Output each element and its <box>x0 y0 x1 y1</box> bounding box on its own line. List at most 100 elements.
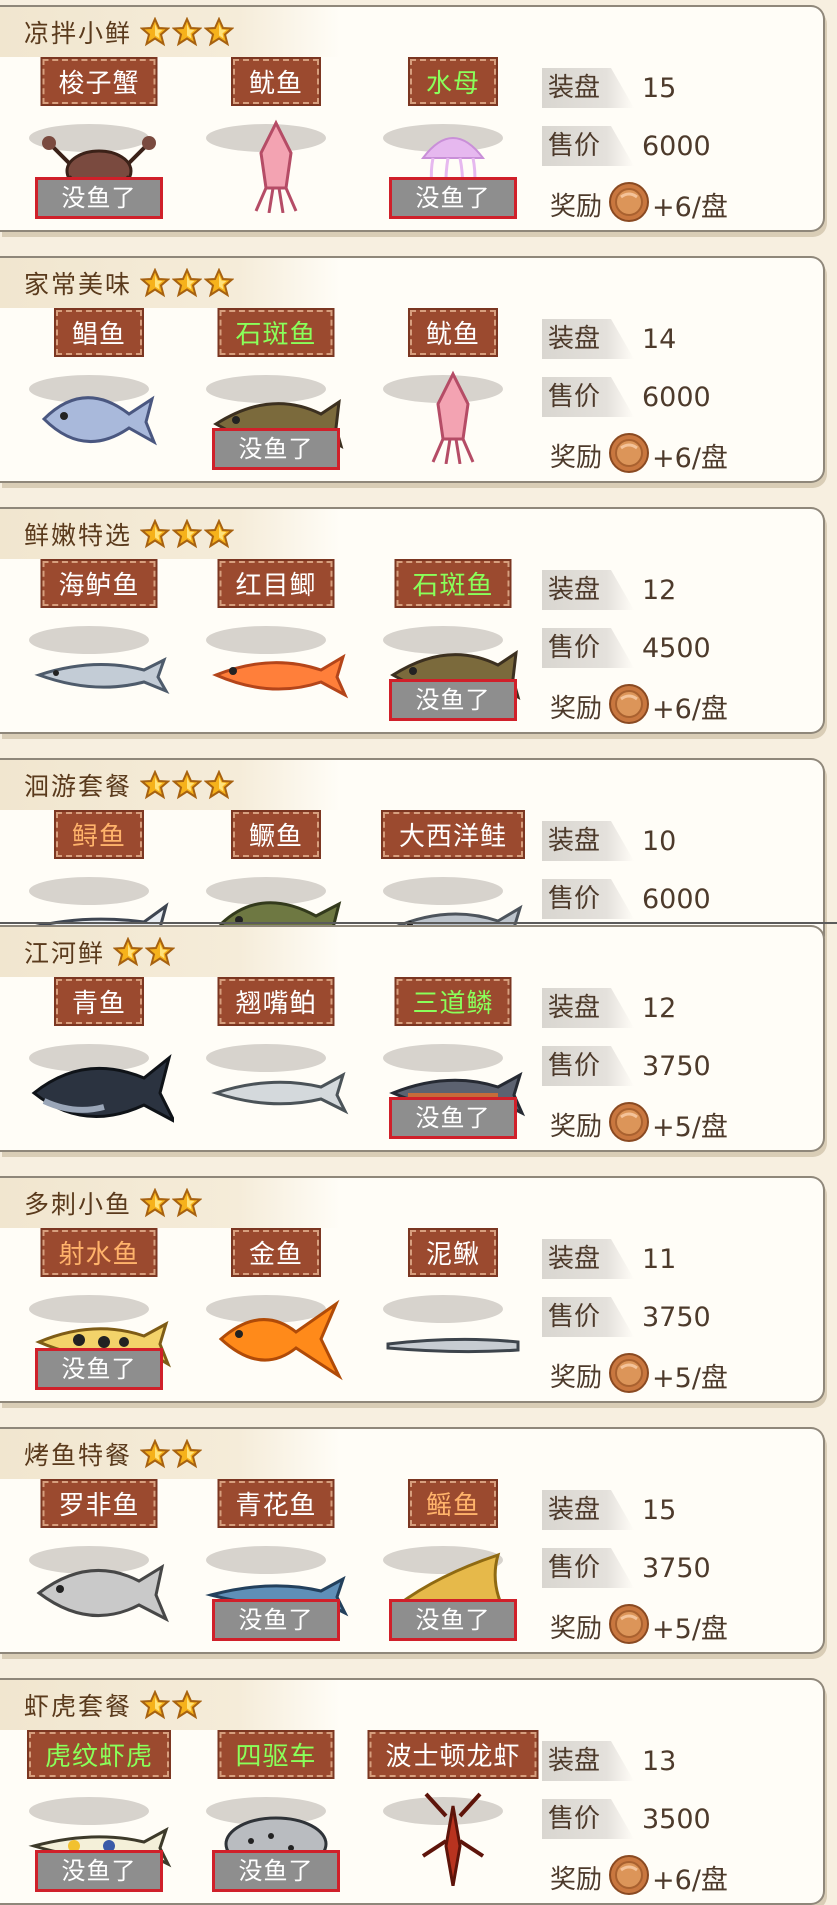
ingredient-slot[interactable]: 金鱼 <box>191 1228 361 1390</box>
price-value: 6000 <box>642 883 711 915</box>
reward-label: 奖励 <box>550 191 603 222</box>
difficulty-stars <box>113 937 176 967</box>
star-icon <box>204 268 235 298</box>
ingredient-slot[interactable]: 罗非鱼 <box>14 1479 184 1641</box>
price-row: 售价 3750 <box>542 1288 802 1346</box>
ingredient-slot[interactable]: 水母 没鱼了 <box>368 57 538 219</box>
stats-panel: 装盘 11 售价 3750 奖励 +5/盘 <box>542 1230 802 1401</box>
menu-card[interactable]: 家常美味鲳鱼 石斑鱼 没鱼了 鱿鱼 装盘 14 售价 6000 奖励 +6/盘 <box>0 256 825 483</box>
ingredient-name: 射水鱼 <box>40 1228 158 1277</box>
ingredient-name: 青鱼 <box>53 977 145 1026</box>
ingredient-name: 鲳鱼 <box>53 308 145 357</box>
copper-coin-icon <box>602 1854 650 1900</box>
set-title: 家常美味 <box>24 270 133 299</box>
reward-row: 奖励 +6/盘 <box>542 1848 802 1903</box>
reward-row: 奖励 +5/盘 <box>542 1095 802 1150</box>
set-title: 虾虎套餐 <box>24 1692 133 1721</box>
price-label: 售价 <box>542 628 634 668</box>
reward-value: +5/盘 <box>652 1362 728 1394</box>
star-icon <box>140 268 171 298</box>
star-icon <box>140 17 171 47</box>
ingredient-name: 三道鳞 <box>394 977 512 1026</box>
ingredient-slot[interactable]: 鱿鱼 <box>191 57 361 219</box>
star-icon <box>204 519 235 549</box>
copper-coin-icon <box>602 181 650 227</box>
price-value: 3750 <box>642 1050 711 1082</box>
plates-label: 装盘 <box>542 1239 634 1279</box>
reward-row: 奖励 +5/盘 <box>542 1597 802 1652</box>
ingredient-slot[interactable]: 翘嘴鲌 <box>191 977 361 1139</box>
sold-out-label: 没鱼了 <box>389 177 517 219</box>
stats-panel: 装盘 14 售价 6000 奖励 +6/盘 <box>542 310 802 481</box>
stats-panel: 装盘 15 售价 6000 奖励 +6/盘 <box>542 59 802 230</box>
price-label: 售价 <box>542 377 634 417</box>
ingredient-name: 鳜鱼 <box>230 810 322 859</box>
sold-out-label: 没鱼了 <box>389 679 517 721</box>
menu-card[interactable]: 鲜嫩特选 海鲈鱼 红目鲫 石斑鱼 没鱼了 装盘 12 售价 4500 奖励 +6/盘 <box>0 507 825 734</box>
sold-out-label: 没鱼了 <box>35 177 163 219</box>
difficulty-stars <box>140 770 235 800</box>
ingredient-slot[interactable]: 红目鲫 <box>191 559 361 721</box>
ingredient-slot[interactable]: 虎纹虾虎 没鱼了 <box>14 1730 184 1892</box>
ingredient-slot[interactable]: 石斑鱼 没鱼了 <box>191 308 361 470</box>
ingredient-slot[interactable]: 三道鳞 没鱼了 <box>368 977 538 1139</box>
card-header: 烤鱼特餐 <box>0 1429 340 1479</box>
reward-label: 奖励 <box>550 1613 603 1644</box>
menu-card[interactable]: 烤鱼特餐 罗非鱼 青花鱼 没鱼了 鳐鱼 没鱼了 装盘 15 售价 3750 奖励 +5/盘 <box>0 1427 825 1654</box>
reward-value: +6/盘 <box>652 1864 728 1896</box>
sold-out-label: 没鱼了 <box>389 1097 517 1139</box>
reward-label: 奖励 <box>550 1111 603 1142</box>
card-header: 江河鲜 <box>0 927 340 977</box>
ingredient-name: 梭子蟹 <box>40 57 158 106</box>
reward-label: 奖励 <box>550 1362 603 1393</box>
ingredient-name: 罗非鱼 <box>40 1479 158 1528</box>
ingredient-slot[interactable]: 青花鱼 没鱼了 <box>191 1479 361 1641</box>
ingredient-name: 翘嘴鲌 <box>217 977 335 1026</box>
price-row: 售价 6000 <box>542 368 802 426</box>
ingredient-name: 石斑鱼 <box>394 559 512 608</box>
difficulty-stars <box>140 1188 203 1218</box>
plates-label: 装盘 <box>542 1741 634 1781</box>
ingredient-slot[interactable]: 鱿鱼 <box>368 308 538 470</box>
ingredient-slot[interactable]: 射水鱼 没鱼了 <box>14 1228 184 1390</box>
copper-coin-icon <box>602 432 650 478</box>
ingredient-slot[interactable]: 石斑鱼 没鱼了 <box>368 559 538 721</box>
plates-label: 装盘 <box>542 319 634 359</box>
plates-value: 12 <box>642 574 677 606</box>
copper-coin-icon <box>602 683 650 729</box>
reward-label: 奖励 <box>550 693 603 724</box>
price-label: 售价 <box>542 1548 634 1588</box>
star-icon <box>172 519 203 549</box>
ingredient-name: 水母 <box>407 57 499 106</box>
menu-card[interactable]: 多刺小鱼 射水鱼 没鱼了 金鱼 泥鳅 装盘 11 售价 3750 奖励 +5/盘 <box>0 1176 825 1403</box>
plates-value: 10 <box>642 825 677 857</box>
ingredient-name: 鲟鱼 <box>53 810 145 859</box>
plates-label: 装盘 <box>542 68 634 108</box>
star-icon <box>204 17 235 47</box>
ingredient-slot[interactable]: 波士顿龙虾 <box>367 1730 539 1892</box>
reward-value: +5/盘 <box>652 1613 728 1645</box>
difficulty-stars <box>140 1690 203 1720</box>
plates-value: 15 <box>642 72 677 104</box>
ingredient-slot[interactable]: 海鲈鱼 <box>14 559 184 721</box>
sold-out-label: 没鱼了 <box>389 1599 517 1641</box>
reward-row: 奖励 +6/盘 <box>542 677 802 732</box>
menu-card[interactable]: 江河鲜 青鱼 翘嘴鲌 三道鳞 没鱼了 装盘 12 售价 3750 奖励 +5/盘 <box>0 925 825 1152</box>
sold-out-label: 没鱼了 <box>35 1348 163 1390</box>
ingredient-slot[interactable]: 梭子蟹 没鱼了 <box>14 57 184 219</box>
ingredient-slot[interactable]: 鲳鱼 <box>14 308 184 470</box>
ingredient-slot[interactable]: 青鱼 <box>14 977 184 1139</box>
reward-row: 奖励 +6/盘 <box>542 175 802 230</box>
ingredient-slot[interactable]: 四驱车 没鱼了 <box>191 1730 361 1892</box>
plates-label: 装盘 <box>542 988 634 1028</box>
star-icon <box>140 770 171 800</box>
menu-card[interactable]: 凉拌小鲜 梭子蟹 没鱼了 鱿鱼 水母 没鱼了 装盘 15 售价 6000 奖励 +6/盘 <box>0 5 825 232</box>
star-icon <box>113 937 144 967</box>
ingredient-name: 石斑鱼 <box>217 308 335 357</box>
menu-card[interactable]: 虾虎套餐 虎纹虾虎 没鱼了 四驱车 没鱼了 波士顿龙虾 装盘 13 售价 3500 奖励 +6/盘 <box>0 1678 825 1905</box>
plates-label: 装盘 <box>542 1490 634 1530</box>
price-label: 售价 <box>542 1297 634 1337</box>
ingredient-slot[interactable]: 鳐鱼 没鱼了 <box>368 1479 538 1641</box>
ingredient-name: 金鱼 <box>230 1228 322 1277</box>
ingredient-slot[interactable]: 泥鳅 <box>368 1228 538 1390</box>
